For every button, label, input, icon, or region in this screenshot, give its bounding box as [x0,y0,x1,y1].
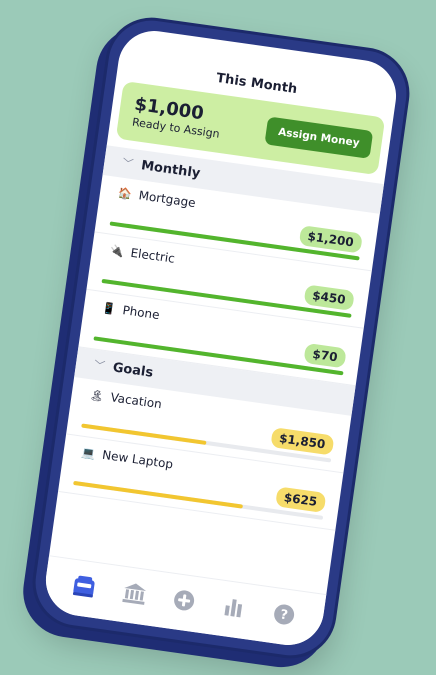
stage: This Month $1,000 Ready to Assign Assign… [0,0,436,675]
beach-icon: 🏝 [88,387,105,403]
ready-to-assign-info: $1,000 Ready to Assign [131,93,223,141]
tab-add-transaction[interactable] [169,585,198,614]
category-label: New Laptop [101,447,174,472]
category-name: 💻 New Laptop [80,445,174,472]
available-amount[interactable]: $450 [303,284,355,311]
category-name: 🏝 Vacation [89,387,163,411]
phone-screen: This Month $1,000 Ready to Assign Assign… [41,26,401,650]
tab-reports[interactable] [219,592,248,621]
tab-accounts[interactable] [120,578,149,607]
available-amount[interactable]: $70 [303,342,347,369]
section-title: Goals [111,359,155,381]
category-name: 🔌 Electric [109,243,176,266]
tab-help[interactable]: ? [269,599,298,628]
category-label: Mortgage [137,188,197,211]
available-amount[interactable]: $625 [274,486,327,513]
bottom-tab-bar: ? [41,555,327,650]
category-name: 🏠 Mortgage [117,185,196,210]
plug-icon: 🔌 [109,243,125,259]
bank-icon [121,583,146,605]
chevron-down-icon: ﹀ [121,156,135,172]
category-name: 📱 Phone [101,300,160,322]
page-title: This Month [215,70,299,98]
tab-budget[interactable] [70,571,99,600]
budget-icon [73,575,95,598]
chevron-down-icon: ﹀ [93,358,106,374]
add-icon [174,589,195,610]
progress-fill [73,480,244,509]
category-label: Electric [129,245,176,266]
category-label: Vacation [109,390,163,412]
reports-icon [224,598,243,617]
phone-icon: 📱 [101,300,117,316]
house-icon: 🏠 [117,185,133,201]
help-icon: ? [273,603,294,624]
phone-frame: This Month $1,000 Ready to Assign Assign… [26,11,416,665]
assign-money-button[interactable]: Assign Money [264,116,374,159]
category-label: Phone [121,303,161,323]
section-title: Monthly [140,157,202,181]
laptop-icon: 💻 [80,445,97,461]
